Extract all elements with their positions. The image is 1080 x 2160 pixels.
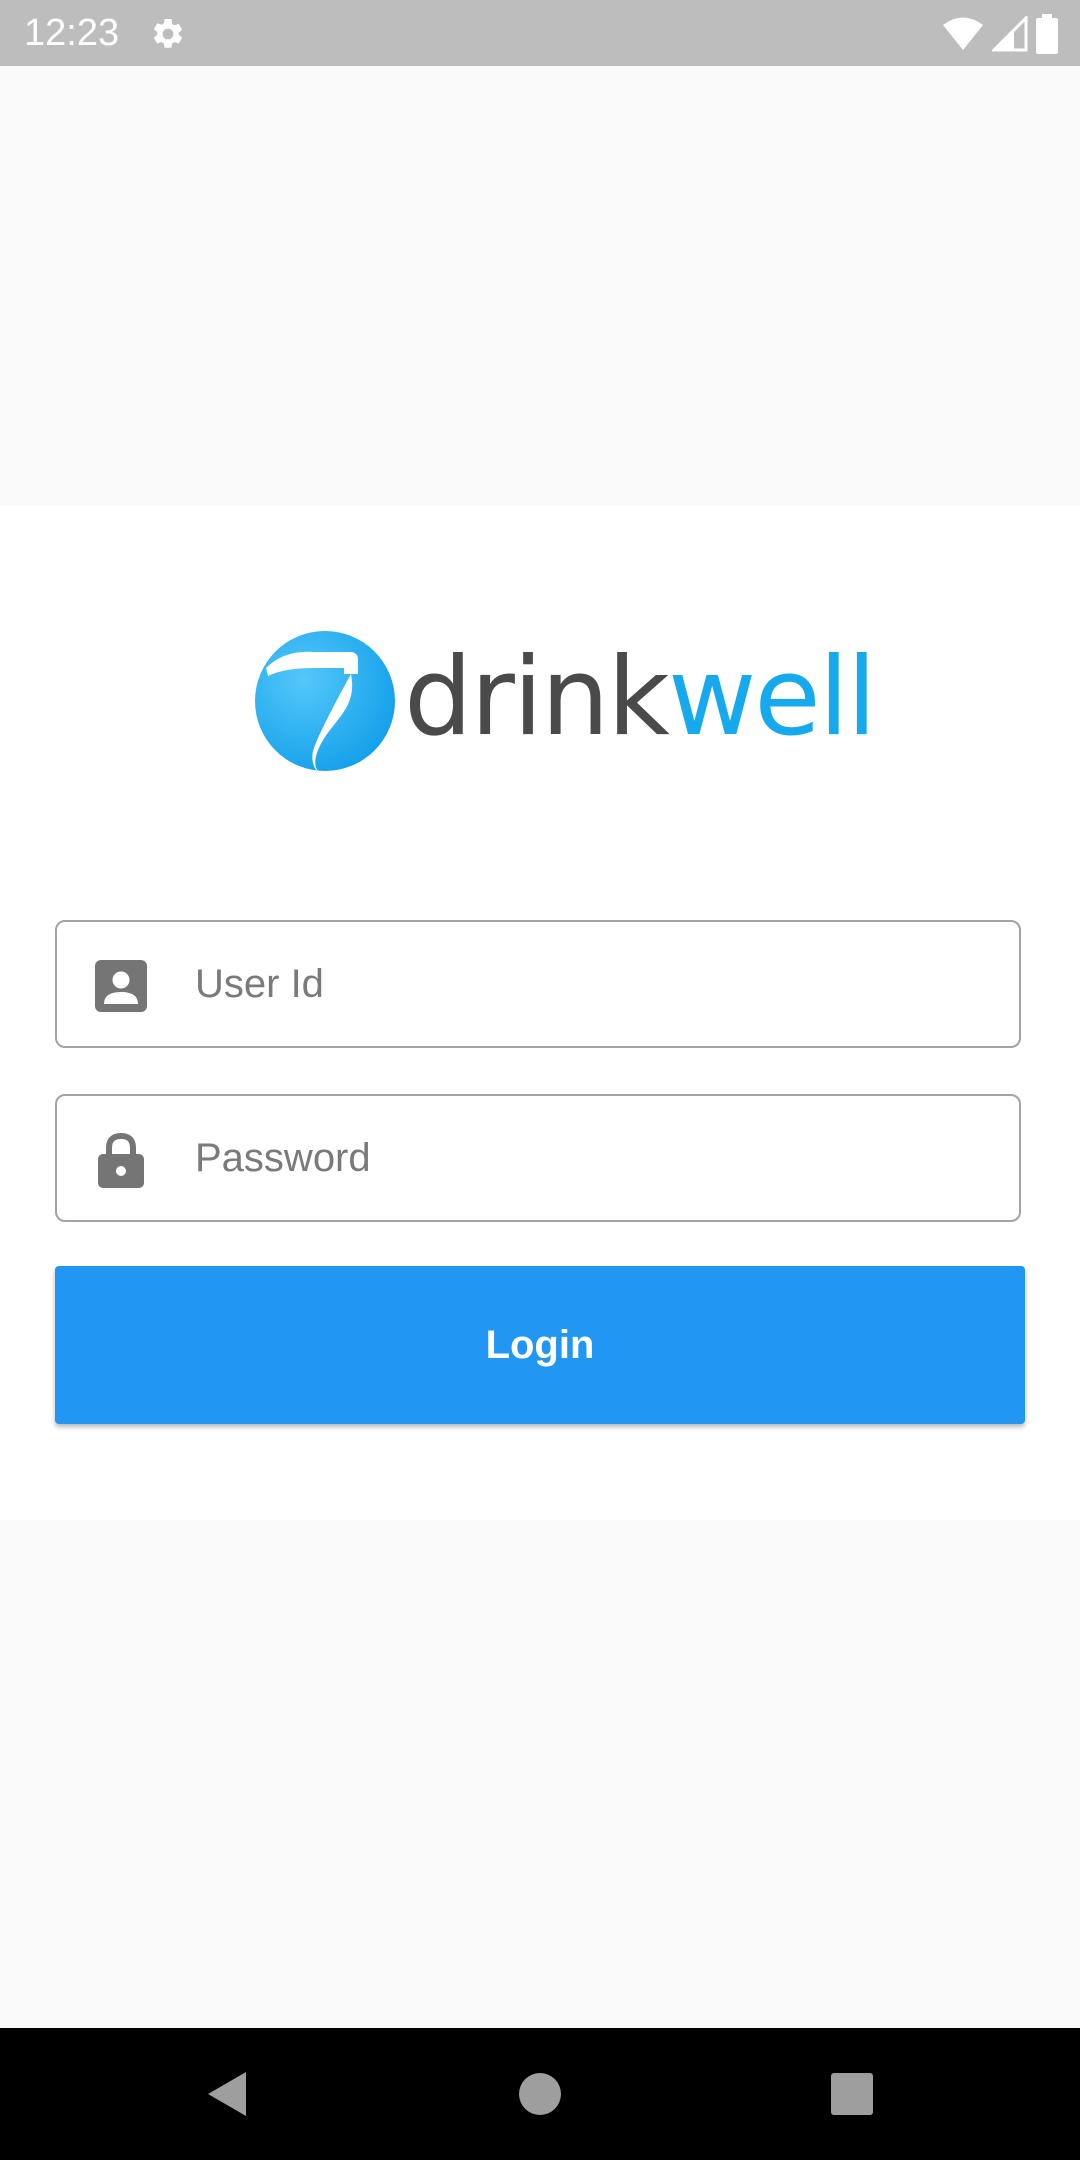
logo-text-well: well: [667, 635, 877, 760]
recents-icon[interactable]: [824, 2066, 880, 2122]
drinkwell-logo: drinkwell: [254, 628, 877, 778]
user-id-field[interactable]: [55, 920, 1021, 1048]
drinkwell-logo-icon: [255, 631, 395, 771]
battery-icon: [1036, 14, 1058, 54]
logo-text-drink: drink: [404, 635, 670, 760]
back-icon[interactable]: [200, 2066, 256, 2122]
cell-signal-icon: [992, 16, 1028, 52]
password-field[interactable]: [55, 1094, 1021, 1222]
login-button[interactable]: Login: [55, 1266, 1025, 1424]
login-card: drinkwell Login: [0, 506, 1080, 1520]
drinkwell-wordmark: drinkwell: [404, 628, 877, 768]
user-id-input[interactable]: [187, 922, 995, 1046]
navigation-bar: [0, 2028, 1080, 2160]
password-input[interactable]: [187, 1096, 995, 1220]
lock-icon: [98, 1132, 144, 1188]
home-icon[interactable]: [512, 2066, 568, 2122]
status-bar: 12:23: [0, 0, 1080, 66]
status-indicators: [942, 14, 1058, 54]
settings-gear-icon: [153, 18, 183, 48]
wifi-icon: [943, 17, 983, 50]
status-time: 12:23: [24, 12, 120, 54]
account-box-icon: [95, 960, 147, 1012]
